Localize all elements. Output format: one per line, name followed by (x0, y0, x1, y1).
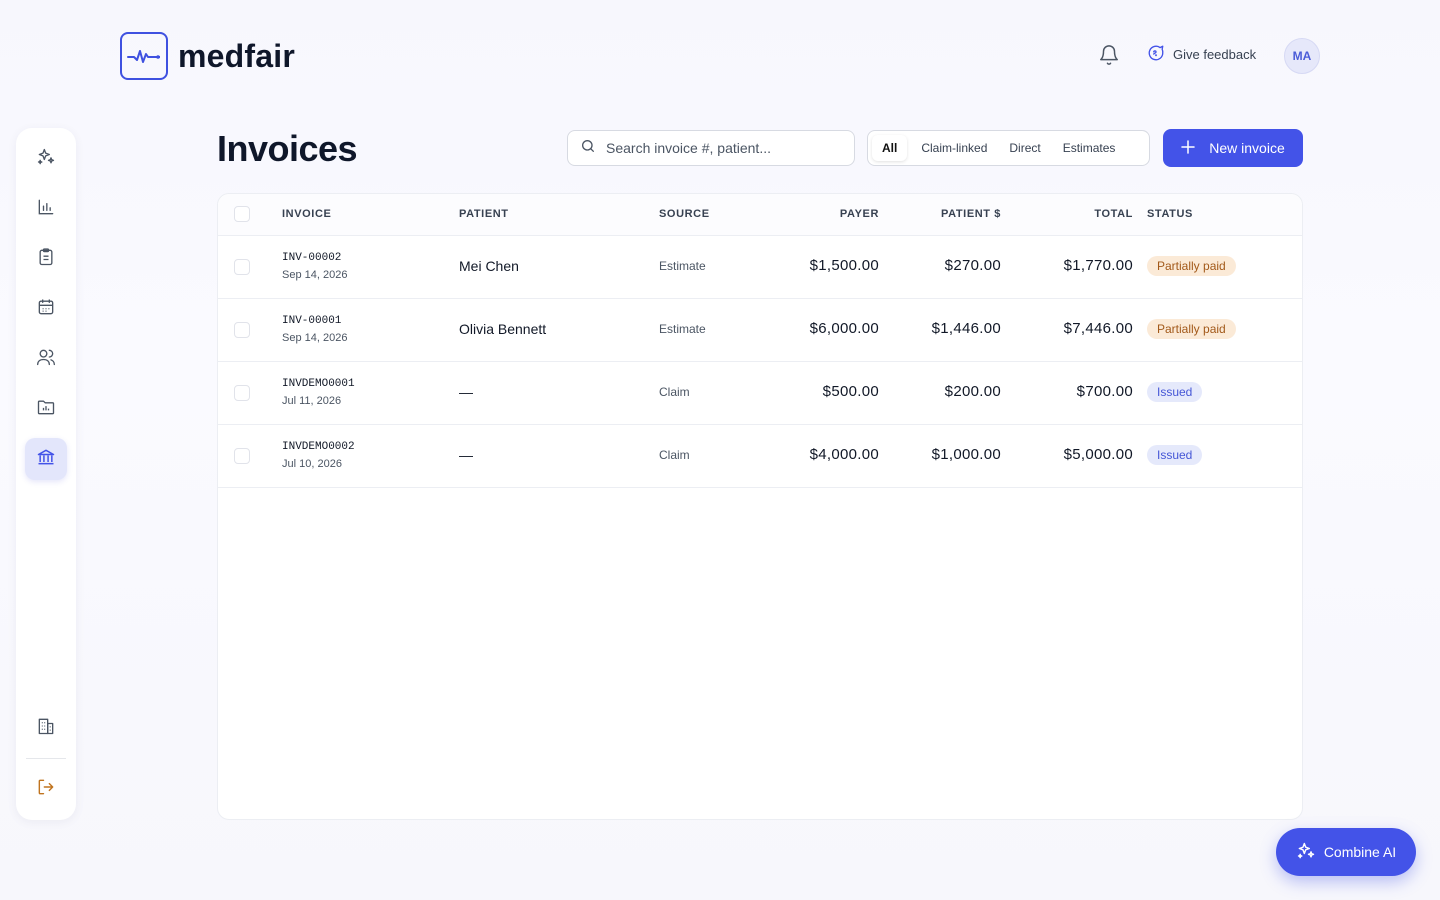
page-title: Invoices (217, 128, 358, 169)
patient-name: — (459, 384, 473, 400)
new-invoice-label: New invoice (1209, 140, 1285, 156)
status-badge: Partially paid (1147, 256, 1236, 276)
filter-estimates[interactable]: Estimates (1055, 135, 1124, 161)
folder-chart-icon (36, 397, 56, 422)
table-row[interactable]: INVDEMO0002 Jul 10, 2026 — Claim $4,000.… (218, 425, 1302, 488)
row-checkbox[interactable] (234, 385, 250, 401)
building-icon (36, 716, 56, 741)
table-row[interactable]: INV-00002 Sep 14, 2026 Mei Chen Estimate… (218, 236, 1302, 299)
logout-icon (36, 777, 56, 802)
notifications-bell-icon[interactable] (1098, 44, 1120, 66)
invoice-source: Claim (659, 385, 690, 399)
logout-button[interactable] (25, 768, 67, 810)
feedback-label: Give feedback (1173, 47, 1257, 62)
calendar-icon (36, 297, 56, 322)
payer-amount: $6,000.00 (809, 320, 879, 337)
patient-name: — (459, 447, 473, 463)
filter-all[interactable]: All (872, 135, 908, 161)
header-patient[interactable]: PATIENT (459, 208, 509, 220)
invoice-date: Sep 14, 2026 (282, 269, 348, 281)
give-feedback-button[interactable]: Give feedback (1147, 44, 1256, 65)
search-icon (580, 138, 596, 159)
status-badge: Issued (1147, 445, 1203, 465)
header-source[interactable]: SOURCE (659, 208, 710, 220)
payer-amount: $4,000.00 (809, 446, 879, 463)
invoice-number[interactable]: INVDEMO0002 (282, 441, 355, 453)
invoice-date: Sep 14, 2026 (282, 332, 348, 344)
search-box[interactable] (567, 130, 855, 166)
sidebar-item-organization[interactable] (25, 707, 67, 749)
bank-icon (36, 447, 56, 472)
table-row[interactable]: INV-00001 Sep 14, 2026 Olivia Bennett Es… (218, 299, 1302, 362)
total-amount: $5,000.00 (1063, 446, 1133, 463)
invoice-number[interactable]: INVDEMO0001 (282, 378, 355, 390)
total-amount: $700.00 (1076, 383, 1133, 400)
table-row[interactable]: INVDEMO0001 Jul 11, 2026 — Claim $500.00… (218, 362, 1302, 425)
users-icon (36, 347, 56, 372)
sparkle-icon (36, 147, 56, 172)
sidebar-item-patients[interactable] (25, 338, 67, 380)
invoice-number[interactable]: INV-00002 (282, 252, 341, 264)
patient-amount: $270.00 (944, 257, 1001, 274)
payer-amount: $1,500.00 (809, 257, 879, 274)
brand-name: medfair (178, 37, 295, 74)
brand-logo[interactable]: medfair (120, 32, 295, 80)
sidebar (16, 128, 76, 820)
status-badge: Partially paid (1147, 319, 1236, 339)
combine-ai-button[interactable]: Combine AI (1276, 828, 1416, 876)
row-checkbox[interactable] (234, 259, 250, 275)
top-header: medfair Give feedback MA (0, 0, 1440, 110)
combine-ai-label: Combine AI (1323, 844, 1397, 860)
status-badge: Issued (1147, 382, 1203, 402)
filter-claim-linked[interactable]: Claim-linked (913, 135, 995, 161)
patient-amount: $1,446.00 (931, 320, 1001, 337)
patient-name: Olivia Bennett (459, 321, 547, 337)
header-payer[interactable]: PAYER (840, 208, 879, 220)
select-all-checkbox[interactable] (234, 206, 250, 222)
new-invoice-button[interactable]: New invoice (1163, 129, 1303, 167)
patient-amount: $1,000.00 (931, 446, 1001, 463)
header-invoice[interactable]: INVOICE (282, 208, 331, 220)
sidebar-item-tasks[interactable] (25, 238, 67, 280)
clipboard-icon (36, 247, 56, 272)
sparkle-icon (1296, 841, 1316, 864)
invoices-table: INVOICE PATIENT SOURCE PAYER PATIENT $ T… (217, 193, 1303, 820)
invoice-source: Estimate (659, 322, 706, 336)
header-status[interactable]: STATUS (1147, 208, 1193, 220)
invoice-source: Claim (659, 448, 690, 462)
sidebar-item-reports[interactable] (25, 388, 67, 430)
invoice-date: Jul 10, 2026 (282, 458, 342, 470)
row-checkbox[interactable] (234, 448, 250, 464)
sidebar-divider (26, 758, 66, 759)
header-patient-amount[interactable]: PATIENT $ (941, 208, 1001, 220)
source-filter-tabs: All Claim-linked Direct Estimates (867, 130, 1150, 166)
payer-amount: $500.00 (822, 383, 879, 400)
invoice-source: Estimate (659, 259, 706, 273)
row-checkbox[interactable] (234, 322, 250, 338)
pulse-logo-icon (120, 32, 168, 80)
table-header: INVOICE PATIENT SOURCE PAYER PATIENT $ T… (218, 194, 1302, 236)
header-total[interactable]: TOTAL (1094, 208, 1133, 220)
patient-amount: $200.00 (944, 383, 1001, 400)
bar-chart-icon (36, 197, 56, 222)
patient-name: Mei Chen (459, 258, 519, 274)
plus-icon (1181, 139, 1195, 157)
total-amount: $1,770.00 (1063, 257, 1133, 274)
sidebar-item-billing[interactable] (25, 438, 67, 480)
filter-direct[interactable]: Direct (1001, 135, 1048, 161)
sidebar-item-analytics[interactable] (25, 188, 67, 230)
sidebar-item-calendar[interactable] (25, 288, 67, 330)
search-input[interactable] (606, 140, 836, 156)
invoice-date: Jul 11, 2026 (282, 395, 342, 407)
sidebar-item-ai[interactable] (25, 138, 67, 180)
user-avatar[interactable]: MA (1284, 38, 1320, 74)
total-amount: $7,446.00 (1063, 320, 1133, 337)
invoice-number[interactable]: INV-00001 (282, 315, 341, 327)
feedback-chat-icon (1147, 44, 1165, 65)
